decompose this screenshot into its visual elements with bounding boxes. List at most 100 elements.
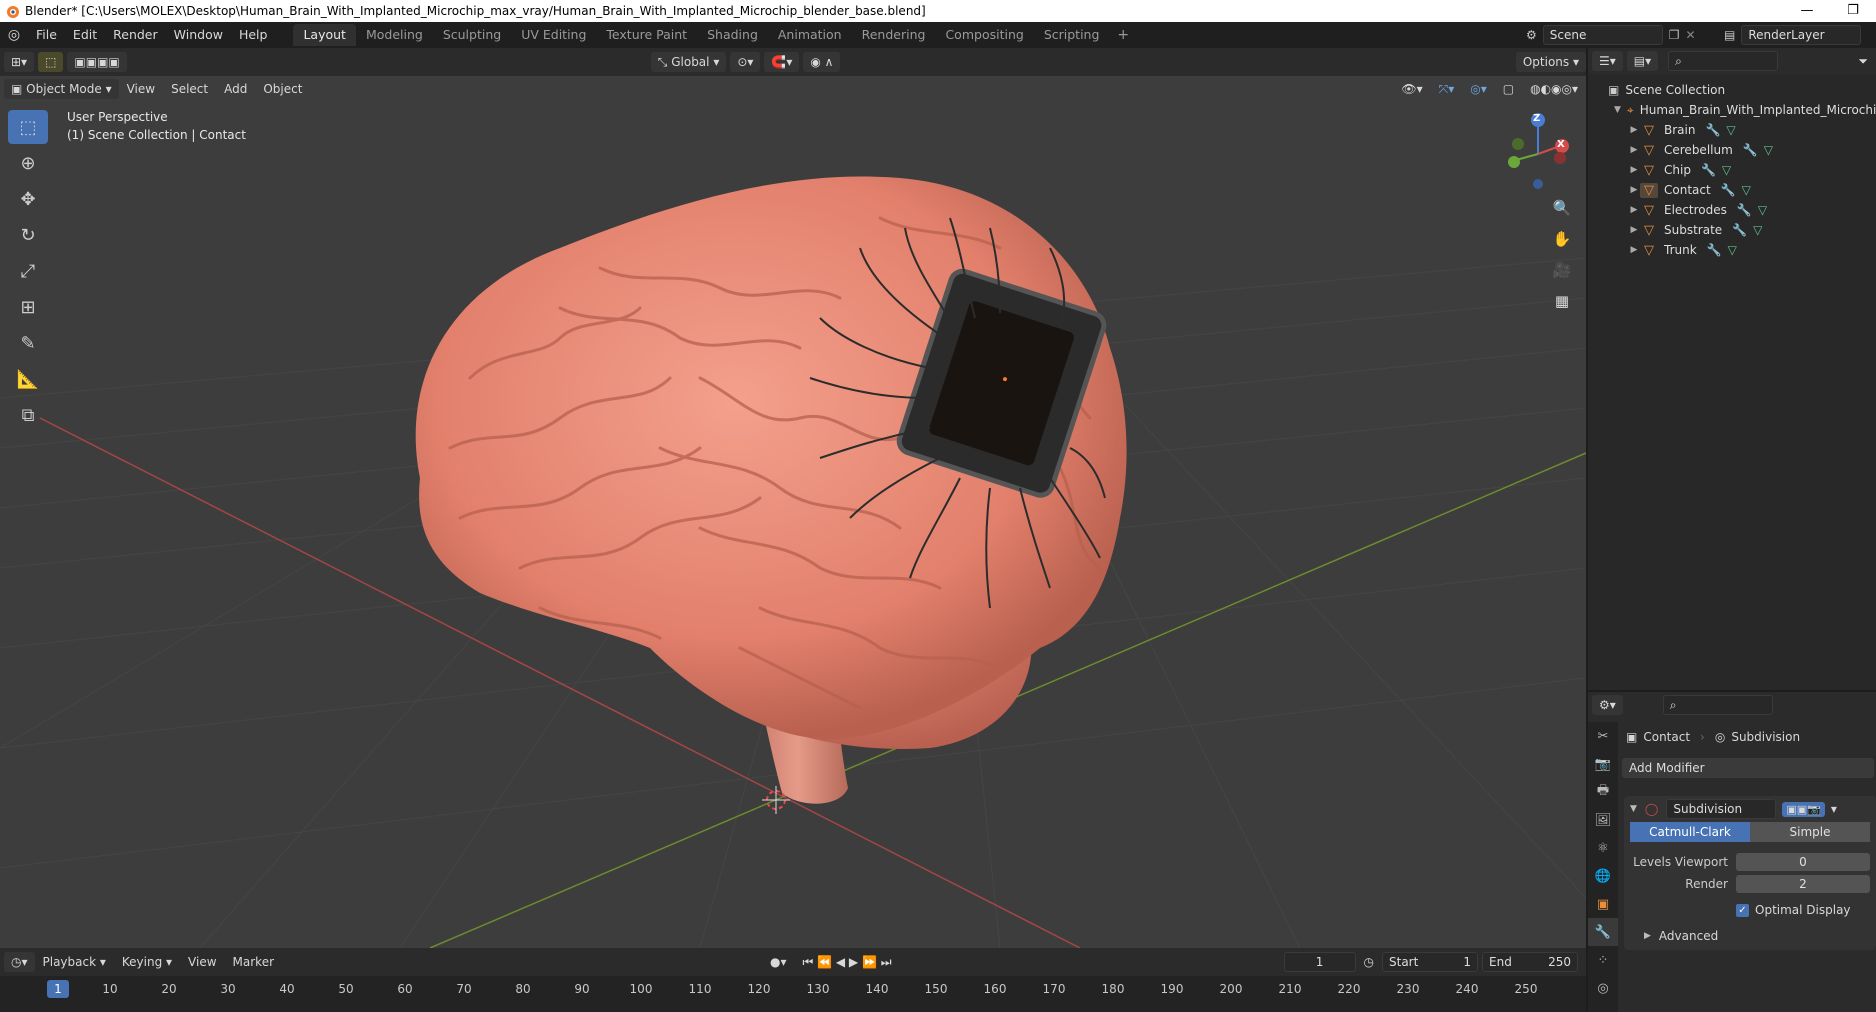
menu-render[interactable]: Render xyxy=(105,22,166,48)
menu-window[interactable]: Window xyxy=(166,22,231,48)
add-workspace-button[interactable]: + xyxy=(1109,24,1137,46)
levels-viewport-field[interactable]: 0 xyxy=(1736,853,1870,871)
object-tab-icon[interactable]: ▣ xyxy=(1588,890,1618,918)
overlay-toggle-icon[interactable]: ◎▾ xyxy=(1462,79,1495,99)
gizmo-z-label[interactable]: Z xyxy=(1533,113,1540,124)
transform-tool-icon[interactable]: ⊞ xyxy=(8,290,48,324)
blender-menu-icon[interactable]: ◎ xyxy=(0,27,28,43)
mesh-data-icon[interactable]: ▽ xyxy=(1742,183,1751,197)
outliner-object-row[interactable]: ▶ ▽ Cerebellum 🔧 ▽ xyxy=(1588,140,1876,160)
filter-icon[interactable]: ⏷ xyxy=(1850,51,1876,71)
modifier-wrench-icon[interactable]: 🔧 xyxy=(1732,223,1747,237)
mesh-data-icon[interactable]: ▽ xyxy=(1753,223,1762,237)
outliner-object-row[interactable]: ▶ ▽ Trunk 🔧 ▽ xyxy=(1588,240,1876,260)
select-tool-icon[interactable]: ⬚ xyxy=(8,110,48,144)
end-frame-field[interactable]: End 250 xyxy=(1482,952,1578,972)
mesh-data-icon[interactable]: ▽ xyxy=(1728,243,1737,257)
menu-help[interactable]: Help xyxy=(231,22,276,48)
tab-shading[interactable]: Shading xyxy=(697,24,768,46)
cursor-tool-icon[interactable]: ⊕ xyxy=(8,146,48,180)
expand-arrow-icon[interactable]: ▶ xyxy=(1628,225,1640,235)
mesh-data-icon[interactable]: ▽ xyxy=(1726,123,1735,137)
outliner-object-row[interactable]: ▶ ▽ Chip 🔧 ▽ xyxy=(1588,160,1876,180)
add-modifier-button[interactable]: Add Modifier xyxy=(1622,758,1874,778)
mesh-data-icon[interactable]: ▽ xyxy=(1758,203,1767,217)
expand-arrow-icon[interactable]: ▶ xyxy=(1628,245,1640,255)
visibility-icon[interactable]: 👁▾ xyxy=(1393,79,1430,99)
transform-orientation[interactable]: ⤡ Global ▾ xyxy=(650,52,727,72)
display-mode-icon[interactable]: ▤▾ xyxy=(1626,51,1659,71)
modifier-menu-icon[interactable]: ▾ xyxy=(1831,802,1837,816)
modifier-wrench-icon[interactable]: 🔧 xyxy=(1705,123,1720,137)
3d-viewport[interactable]: Z X ⊞▾ ⬚ ▣▣▣▣ ⤡ Global ▾ ⊙▾ 🧲▾ ◉ ∧ Optio… xyxy=(0,48,1586,948)
collapse-arrow-icon[interactable]: ▼ xyxy=(1630,804,1637,814)
gizmo-toggle-icon[interactable]: ⤧▾ xyxy=(1431,79,1463,99)
modifier-visibility-icons[interactable]: ▣▣📷 xyxy=(1782,801,1825,817)
tab-rendering[interactable]: Rendering xyxy=(852,24,936,46)
tab-animation[interactable]: Animation xyxy=(768,24,852,46)
simple-button[interactable]: Simple xyxy=(1750,822,1870,842)
measure-tool-icon[interactable]: 📐 xyxy=(8,362,48,396)
rotate-tool-icon[interactable]: ↻ xyxy=(8,218,48,252)
add-cube-tool-icon[interactable]: ⧉ xyxy=(8,398,48,432)
scene-collection-row[interactable]: ▣ Scene Collection xyxy=(1588,80,1876,100)
record-icon[interactable]: ●▾ xyxy=(762,952,795,972)
properties-editor-icon[interactable]: ⚙▾ xyxy=(1592,695,1623,715)
scale-tool-icon[interactable]: ⤢ xyxy=(8,254,48,288)
menu-file[interactable]: File xyxy=(28,22,65,48)
gizmo-x-label[interactable]: X xyxy=(1557,139,1565,150)
modifier-wrench-icon[interactable]: 🔧 xyxy=(1737,203,1752,217)
snap-icon[interactable]: 🧲▾ xyxy=(764,52,800,72)
view-layer-icon[interactable]: ▤ xyxy=(1724,28,1735,42)
catmull-clark-button[interactable]: Catmull-Clark xyxy=(1630,822,1750,842)
particles-tab-icon[interactable]: ⁘ xyxy=(1588,946,1618,974)
remove-scene-icon[interactable]: ✕ xyxy=(1686,28,1696,42)
mesh-data-icon[interactable]: ▽ xyxy=(1722,163,1731,177)
timeline-editor-icon[interactable]: ◷▾ xyxy=(4,952,35,972)
tab-scripting[interactable]: Scripting xyxy=(1034,24,1110,46)
tab-sculpting[interactable]: Sculpting xyxy=(433,24,511,46)
menu-view[interactable]: View xyxy=(119,79,163,99)
tab-modeling[interactable]: Modeling xyxy=(356,24,433,46)
minimize-button[interactable]: — xyxy=(1784,0,1830,22)
menu-add[interactable]: Add xyxy=(216,79,255,99)
tab-texture-paint[interactable]: Texture Paint xyxy=(596,24,697,46)
view-layer-field[interactable]: RenderLayer xyxy=(1741,25,1862,45)
shading-modes-icon[interactable]: ◍◐◉◎▾ xyxy=(1522,79,1586,99)
properties-search-input[interactable]: ⌕ xyxy=(1662,695,1773,715)
current-frame-marker[interactable]: 1 xyxy=(47,980,69,998)
expand-arrow-icon[interactable]: ▶ xyxy=(1628,205,1640,215)
restore-button[interactable]: ❐ xyxy=(1830,0,1876,22)
outliner-search-input[interactable]: ⌕ xyxy=(1668,51,1779,71)
output-tab-icon[interactable]: 🖶 xyxy=(1588,778,1618,806)
clock-icon[interactable]: ◷ xyxy=(1356,952,1382,972)
scene-name-field[interactable]: Scene xyxy=(1542,25,1663,45)
tab-compositing[interactable]: Compositing xyxy=(935,24,1033,46)
mesh-data-icon[interactable]: ▽ xyxy=(1764,143,1773,157)
outliner-object-row[interactable]: ▶ ▽ Brain 🔧 ▽ xyxy=(1588,120,1876,140)
menu-edit[interactable]: Edit xyxy=(65,22,105,48)
options-dropdown[interactable]: Options ▾ xyxy=(1515,52,1586,72)
zoom-icon[interactable]: 🔍 xyxy=(1548,194,1576,222)
duplicate-scene-icon[interactable]: ❐ xyxy=(1669,28,1680,42)
world-tab-icon[interactable]: 🌐 xyxy=(1588,862,1618,890)
playback-controls-icon[interactable]: ⏮ ⏪ ◀ ▶ ⏩ ⏭ xyxy=(795,952,900,972)
modifier-wrench-icon[interactable]: 🔧 xyxy=(1721,183,1736,197)
outliner-editor-icon[interactable]: ☰▾ xyxy=(1592,51,1623,71)
scene-icon[interactable]: ⚙ xyxy=(1526,28,1537,42)
scene-tab-icon[interactable]: ⚛ xyxy=(1588,834,1618,862)
physics-tab-icon[interactable]: ◎ xyxy=(1588,974,1618,1002)
keying-menu[interactable]: Keying ▾ xyxy=(114,952,180,972)
collection-row[interactable]: ▼ ⌖ Human_Brain_With_Implanted_Microchip xyxy=(1588,100,1876,120)
tool-tab-icon[interactable]: ✂ xyxy=(1588,722,1618,750)
tab-uv-editing[interactable]: UV Editing xyxy=(511,24,596,46)
object-mode-dropdown[interactable]: ▣ Object Mode ▾ xyxy=(4,79,119,99)
select-mode-icons[interactable]: ▣▣▣▣ xyxy=(67,52,127,72)
current-frame-field[interactable]: 1 xyxy=(1283,952,1356,972)
xray-icon[interactable]: ▢ xyxy=(1495,79,1522,99)
select-box-icon[interactable]: ⬚ xyxy=(38,52,64,72)
expand-arrow-icon[interactable]: ▶ xyxy=(1628,185,1640,195)
menu-select[interactable]: Select xyxy=(163,79,216,99)
annotate-tool-icon[interactable]: ✎ xyxy=(8,326,48,360)
pan-hand-icon[interactable]: ✋ xyxy=(1548,225,1576,253)
